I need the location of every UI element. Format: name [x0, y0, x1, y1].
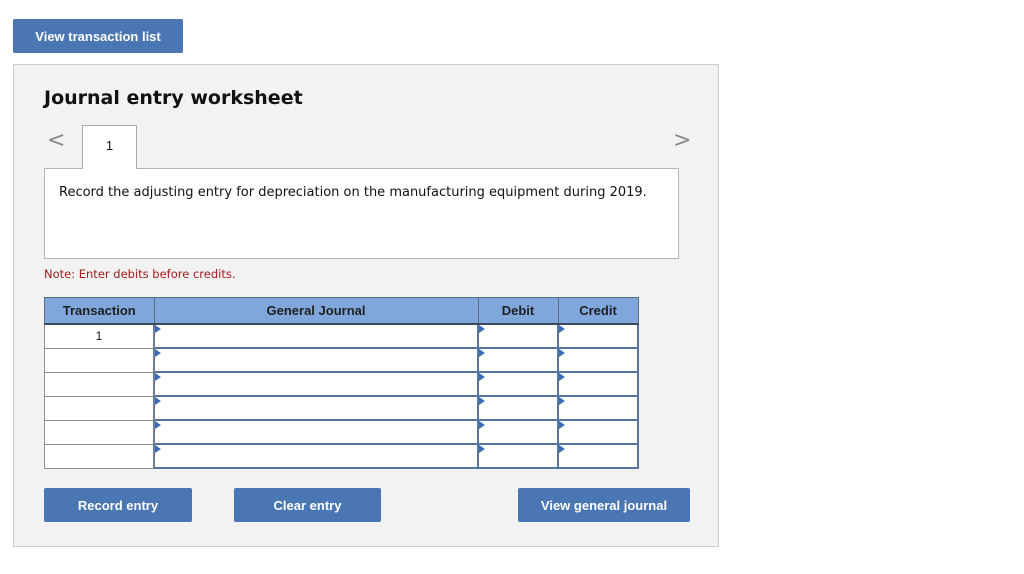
dropdown-marker-icon	[155, 325, 161, 333]
tab-transaction-1[interactable]: 1	[82, 125, 137, 169]
dropdown-marker-icon	[559, 325, 565, 333]
debit-input[interactable]	[479, 326, 557, 346]
debit-input[interactable]	[479, 350, 557, 370]
table-row	[44, 371, 639, 397]
dropdown-marker-icon	[155, 373, 161, 381]
clear-entry-button[interactable]: Clear entry	[234, 488, 381, 522]
credit-input[interactable]	[559, 398, 637, 418]
dropdown-marker-icon	[479, 421, 485, 429]
tab-label: 1	[105, 138, 114, 153]
credit-cell	[557, 443, 639, 469]
transaction-cell	[44, 419, 155, 445]
general-journal-cell	[153, 371, 479, 397]
credit-input[interactable]	[559, 422, 637, 442]
dropdown-marker-icon	[155, 421, 161, 429]
dropdown-marker-icon	[559, 421, 565, 429]
dropdown-marker-icon	[479, 397, 485, 405]
header-transaction: Transaction	[44, 297, 155, 325]
credit-input[interactable]	[559, 446, 637, 466]
table-row: 1	[44, 323, 639, 349]
debit-input[interactable]	[479, 422, 557, 442]
instruction-box: Record the adjusting entry for depreciat…	[44, 168, 679, 259]
table-row	[44, 347, 639, 373]
debit-cell	[477, 323, 559, 349]
note-text: Note: Enter debits before credits.	[44, 267, 236, 281]
instruction-text: Record the adjusting entry for depreciat…	[59, 185, 647, 200]
table-row	[44, 395, 639, 421]
chevron-right-icon[interactable]: >	[673, 129, 691, 153]
header-general-journal: General Journal	[153, 297, 479, 325]
general-journal-input[interactable]	[155, 422, 477, 442]
debit-cell	[477, 443, 559, 469]
general-journal-cell	[153, 323, 479, 349]
dropdown-marker-icon	[479, 445, 485, 453]
journal-entry-worksheet-panel: Journal entry worksheet < > 1 Record the…	[13, 64, 719, 547]
worksheet-title: Journal entry worksheet	[44, 87, 303, 109]
dropdown-marker-icon	[559, 397, 565, 405]
record-entry-button[interactable]: Record entry	[44, 488, 192, 522]
debit-input[interactable]	[479, 398, 557, 418]
chevron-left-icon[interactable]: <	[47, 129, 65, 153]
credit-cell	[557, 347, 639, 373]
general-journal-cell	[153, 443, 479, 469]
view-general-journal-button[interactable]: View general journal	[518, 488, 690, 522]
dropdown-marker-icon	[479, 373, 485, 381]
general-journal-input[interactable]	[155, 374, 477, 394]
transaction-cell: 1	[44, 323, 155, 349]
table-header-row: Transaction General Journal Debit Credit	[44, 297, 639, 325]
credit-input[interactable]	[559, 350, 637, 370]
credit-input[interactable]	[559, 326, 637, 346]
table-row	[44, 443, 639, 469]
credit-cell	[557, 395, 639, 421]
general-journal-input[interactable]	[155, 398, 477, 418]
credit-cell	[557, 371, 639, 397]
debit-cell	[477, 419, 559, 445]
general-journal-cell	[153, 419, 479, 445]
header-debit: Debit	[477, 297, 559, 325]
debit-cell	[477, 347, 559, 373]
credit-cell	[557, 419, 639, 445]
dropdown-marker-icon	[479, 349, 485, 357]
journal-table: Transaction General Journal Debit Credit…	[44, 297, 639, 469]
general-journal-input[interactable]	[155, 350, 477, 370]
general-journal-cell	[153, 347, 479, 373]
debit-cell	[477, 395, 559, 421]
dropdown-marker-icon	[559, 349, 565, 357]
dropdown-marker-icon	[155, 349, 161, 357]
dropdown-marker-icon	[155, 445, 161, 453]
transaction-cell	[44, 395, 155, 421]
credit-input[interactable]	[559, 374, 637, 394]
header-credit: Credit	[557, 297, 639, 325]
dropdown-marker-icon	[559, 445, 565, 453]
transaction-cell	[44, 443, 155, 469]
debit-cell	[477, 371, 559, 397]
general-journal-input[interactable]	[155, 446, 477, 466]
general-journal-cell	[153, 395, 479, 421]
dropdown-marker-icon	[479, 325, 485, 333]
debit-input[interactable]	[479, 374, 557, 394]
dropdown-marker-icon	[155, 397, 161, 405]
table-row	[44, 419, 639, 445]
transaction-cell	[44, 371, 155, 397]
transaction-cell	[44, 347, 155, 373]
dropdown-marker-icon	[559, 373, 565, 381]
credit-cell	[557, 323, 639, 349]
general-journal-input[interactable]	[155, 326, 477, 346]
debit-input[interactable]	[479, 446, 557, 466]
view-transaction-list-button[interactable]: View transaction list	[13, 19, 183, 53]
